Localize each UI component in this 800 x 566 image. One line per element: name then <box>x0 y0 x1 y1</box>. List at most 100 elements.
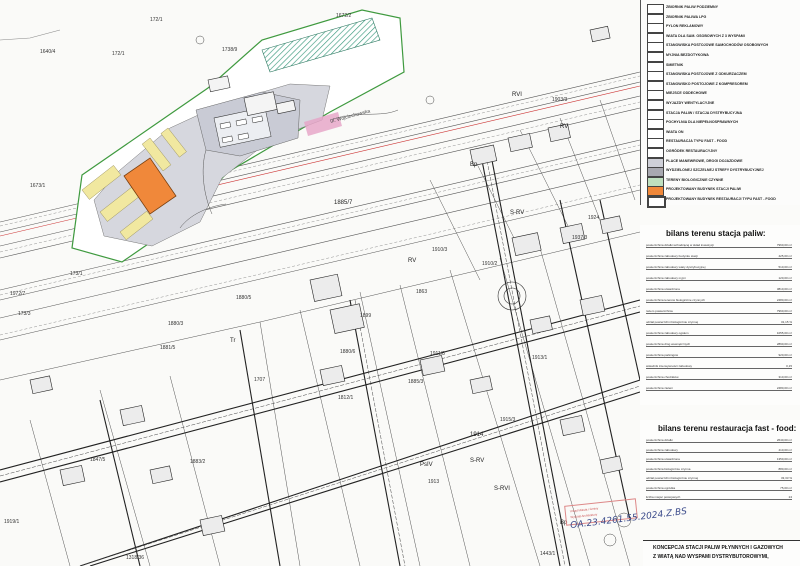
parcel-label: 1880/3 <box>168 321 184 327</box>
balance-row-rule <box>646 461 792 463</box>
legend-label: ZBIORNIK PALIW PODZIEMNY <box>666 5 719 9</box>
parcel-label: 1863 <box>416 289 428 295</box>
legend-label: STACJA PALIW / STACJA DYSTRYBUCYJNA <box>666 110 743 115</box>
legend-item: PYLON REKLAMOWY <box>647 23 797 34</box>
balance-row-rule <box>646 357 792 359</box>
landuse-label: S-RV <box>470 458 485 464</box>
balance-table-fastfood: bilans terenu restauracja fast - food: p… <box>640 420 800 510</box>
legend-item: STANOWISKO POSTOJOWE Z KOMPRESOREM <box>647 80 797 91</box>
balance-station-title: bilans terenu stacja paliw: <box>666 229 766 238</box>
landuse-label: Bp <box>470 162 478 168</box>
balance-row-rule <box>646 499 792 501</box>
parcel-label: 1707 <box>254 377 266 383</box>
balance-row-rule <box>646 280 792 282</box>
legend-item: PROJEKTOWANY BUDYNEK STACJI PALIW <box>647 186 797 197</box>
parcel-label: 1738/9 <box>222 47 238 53</box>
legend-symbol-icon <box>647 80 664 91</box>
legend-symbol-icon <box>647 100 664 110</box>
legend-label: POCHYLNIA DLA NIEPEŁNOSPRAWNYCH <box>666 120 739 125</box>
balance-row-rule <box>646 247 792 249</box>
legend-item: WYDZIELONEJ SZCZELNEJ STREFY DYSTRYBUCYJ… <box>647 167 797 178</box>
parcel-label: 1911/8 <box>430 351 445 357</box>
legend-label: ZBIORNIK PALIWA LPG <box>666 14 707 19</box>
balance-row-rule <box>646 346 792 348</box>
title-line2: Z WIATĄ NAD WYSPAMI DYSTRYBUTOROWYMI, <box>653 554 769 560</box>
legend-item: RESTAURACJA TYPU FAST - FOOD <box>647 138 797 149</box>
legend-item: PROJEKTOWANY BUDYNEK RESTAURACJI TYPU FA… <box>647 196 797 208</box>
legend-symbol-icon <box>647 4 664 14</box>
legend-item: STANOWISKA POSTOJOWE SAMOCHODÓW OSOBOWYC… <box>647 42 797 53</box>
legend-label: WYJAZDY WENTYLACYJNE <box>666 101 715 105</box>
balance-row-rule <box>646 258 792 260</box>
balance-row-rule <box>646 368 792 370</box>
legend-symbol-icon <box>647 61 664 72</box>
legend-label: PLACE MANEWROWE, DROGI DOJAZDOWE <box>666 158 743 163</box>
legend-item: OGRÓDEK RESTAURACYJNY <box>647 148 797 158</box>
landuse-label: RV <box>560 124 569 130</box>
landuse-label: RVI <box>512 92 522 98</box>
legend-symbol-icon <box>647 71 664 82</box>
parcel-label: 172/1 <box>150 17 163 23</box>
landuse-label: S-RV <box>510 210 525 216</box>
parcel-label: 1847/5 <box>90 457 106 463</box>
legend-item: WIATA ON <box>647 128 797 139</box>
balance-row-rule <box>646 335 792 337</box>
legend-symbol-icon <box>647 186 664 197</box>
balance-row-rule <box>646 480 792 482</box>
parcel-label: 1672/2 <box>336 13 352 19</box>
legend-label: WIATA DLA SAM. OSOBOWYCH Z 3 WYSPAMI <box>666 33 745 38</box>
parcel-label: 1913/1 <box>532 355 548 361</box>
legend-symbol-icon <box>647 109 664 120</box>
balance-row-rule <box>646 451 792 453</box>
balance-row-rule <box>646 470 792 472</box>
legend-label: PROJEKTOWANY BUDYNEK RESTAURACJI TYPU FA… <box>666 197 776 201</box>
legend-label: PROJEKTOWANY BUDYNEK STACJI PALIW <box>666 187 742 192</box>
parcel-label: 1915/3 <box>500 417 516 423</box>
legend-symbol-icon <box>647 167 664 178</box>
legend-symbol-icon <box>647 157 664 168</box>
legend-symbol-icon <box>647 176 664 187</box>
legend-item: TERENY BIOLOGICZNIE CZYNNE <box>647 176 797 187</box>
legend-item: WIATA DLA SAM. OSOBOWYCH Z 3 WYSPAMI <box>647 32 797 43</box>
parcel-label: 1910/2 <box>482 261 498 267</box>
landuse-label: RV <box>408 258 417 264</box>
legend-symbol-icon <box>647 13 664 24</box>
legend-item: ZBIORNIK PALIW PODZIEMNY <box>647 4 797 14</box>
legend-symbol-icon <box>647 119 664 130</box>
parcel-label: 1885/7 <box>334 200 353 206</box>
landuse-label: S-RVI <box>494 486 510 492</box>
parcel-label: 173/3 <box>18 311 31 317</box>
legend-item: ZBIORNIK PALIWA LPG <box>647 13 797 24</box>
legend-item: STANOWISKA POSTOJOWE Z ODKURZACZEM <box>647 71 797 82</box>
balance-row-rule <box>646 379 792 381</box>
legend-symbol-icon <box>647 23 664 34</box>
legend-item: STACJA PALIW / STACJA DYSTRYBUCYJNA <box>647 109 797 120</box>
legend-symbol-icon <box>647 196 666 208</box>
parcel-label: 1910/3 <box>432 247 448 253</box>
parcel-label: 1880/6 <box>340 349 356 355</box>
landuse-label: Tr <box>230 338 236 344</box>
legend-label: WYDZIELONEJ SZCZELNEJ STREFY DYSTRYBUCYJ… <box>666 168 764 173</box>
legend-label: PYLON REKLAMOWY <box>666 24 704 29</box>
parcel-label: 1880/5 <box>236 295 252 301</box>
legend-item: MIEJSCE ODDECHOWE <box>647 90 797 101</box>
parcel-label: 1640/4 <box>40 49 56 55</box>
legend-item: MYJNIA BEZDOTYKOWA <box>647 52 797 62</box>
parcel-label: 1914 <box>470 432 484 438</box>
legend-label: STANOWISKA POSTOJOWE SAMOCHODÓW OSOBOWYC… <box>666 43 769 48</box>
legend-item: PLACE MANEWROWE, DROGI DOJAZDOWE <box>647 157 797 168</box>
map-legend: ZBIORNIK PALIW PODZIEMNY ZBIORNIK PALIWA … <box>640 0 800 208</box>
parcel-label: 173/1 <box>70 271 83 277</box>
parcel-label: 1899 <box>360 313 372 319</box>
legend-symbol-icon <box>647 90 664 101</box>
balance-row-rule <box>646 291 792 293</box>
parcel-label: 172/1 <box>112 51 125 57</box>
balance-fastfood-title: bilans terenu restauracja fast - food: <box>658 424 797 433</box>
legend-label: SMIETNIK <box>666 62 684 67</box>
parcel-label: 1919/1 <box>4 519 20 525</box>
balance-row-rule <box>646 390 792 392</box>
legend-symbol-icon <box>647 138 664 149</box>
parcel-label: 1318/36 <box>126 555 145 561</box>
parcel-label: 1881/5 <box>160 345 176 351</box>
parcel-label: 1913 <box>428 479 440 485</box>
